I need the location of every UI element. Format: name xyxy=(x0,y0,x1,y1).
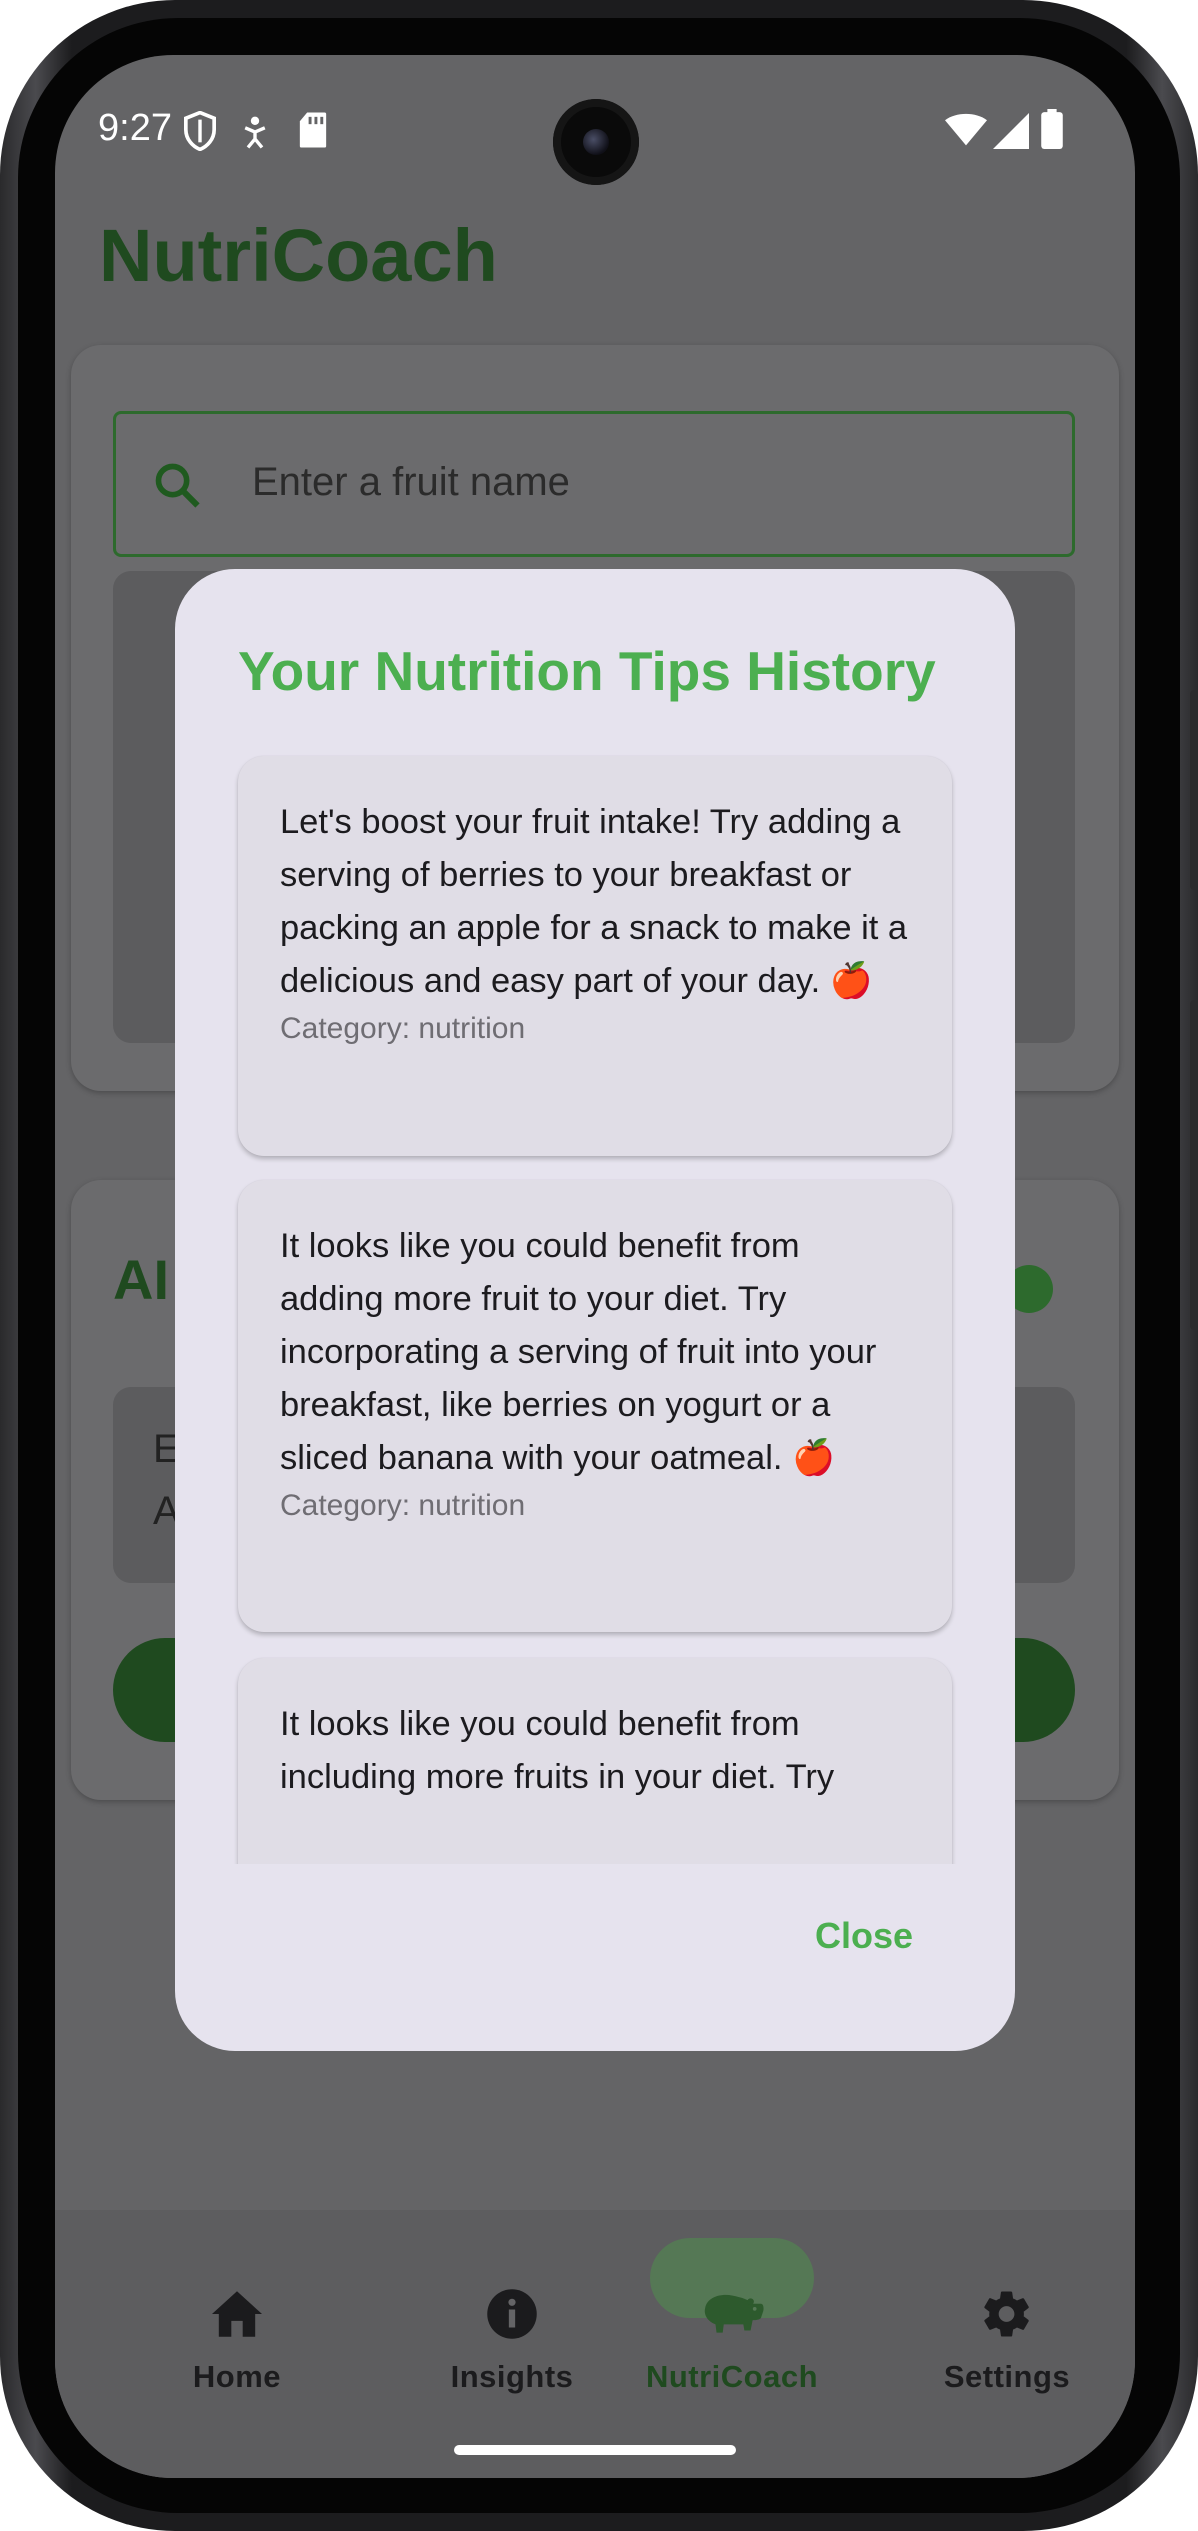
info-icon xyxy=(487,2289,537,2339)
app-title: NutriCoach xyxy=(99,214,498,297)
tip-category: Category: nutrition xyxy=(280,1012,526,1045)
close-button[interactable]: Close xyxy=(815,1915,913,1957)
tip-text: It looks like you could benefit from inc… xyxy=(280,1705,835,1796)
battery-icon xyxy=(1041,109,1063,149)
nav-label-insights: Insights xyxy=(450,2359,574,2394)
nav-item-nutricoach[interactable]: NutriCoach xyxy=(632,2289,832,2395)
tip-text: It looks like you could benefit from add… xyxy=(280,1227,877,1477)
nav-label-nutricoach: NutriCoach xyxy=(645,2359,819,2394)
power-button xyxy=(1190,1000,1198,1330)
tips-list[interactable]: Let's boost your fruit intake! Try addin… xyxy=(215,754,975,1864)
front-camera xyxy=(553,99,639,185)
signal-icon xyxy=(993,113,1029,149)
screen: 9:27 NutriCoach Enter a fruit name AI E … xyxy=(55,55,1135,2478)
nav-item-settings[interactable]: Settings xyxy=(907,2289,1107,2395)
status-time: 9:27 xyxy=(98,107,172,149)
search-icon xyxy=(155,463,200,508)
nav-item-home[interactable]: Home xyxy=(137,2289,337,2395)
hippo-icon xyxy=(704,2294,764,2333)
tip-card: It looks like you could benefit from inc… xyxy=(238,1658,952,1864)
sd-card-icon xyxy=(299,112,327,148)
home-icon xyxy=(212,2291,262,2337)
tip-card: Let's boost your fruit intake! Try addin… xyxy=(238,756,952,1156)
dialog-title: Your Nutrition Tips History xyxy=(238,640,936,702)
tips-history-dialog: Your Nutrition Tips History Let's boost … xyxy=(175,569,1015,2051)
shield-icon xyxy=(183,111,217,151)
tip-category: Category: nutrition xyxy=(280,1489,526,1522)
nav-item-insights[interactable]: Insights xyxy=(412,2289,612,2395)
phone-frame: 9:27 NutriCoach Enter a fruit name AI E … xyxy=(0,0,1198,2531)
search-placeholder: Enter a fruit name xyxy=(252,460,570,504)
tip-text: Let's boost your fruit intake! Try addin… xyxy=(280,803,908,1000)
nav-label-settings: Settings xyxy=(943,2359,1071,2394)
wifi-icon xyxy=(945,113,987,146)
nav-label-home: Home xyxy=(192,2359,282,2394)
gear-icon xyxy=(984,2291,1029,2337)
tip-card: It looks like you could benefit from add… xyxy=(238,1180,952,1632)
volume-button xyxy=(1190,690,1198,890)
ai-section-heading: AI xyxy=(113,1248,169,1311)
search-field[interactable]: Enter a fruit name xyxy=(113,411,1075,557)
home-indicator[interactable] xyxy=(454,2445,736,2455)
accessibility-icon xyxy=(244,116,266,149)
